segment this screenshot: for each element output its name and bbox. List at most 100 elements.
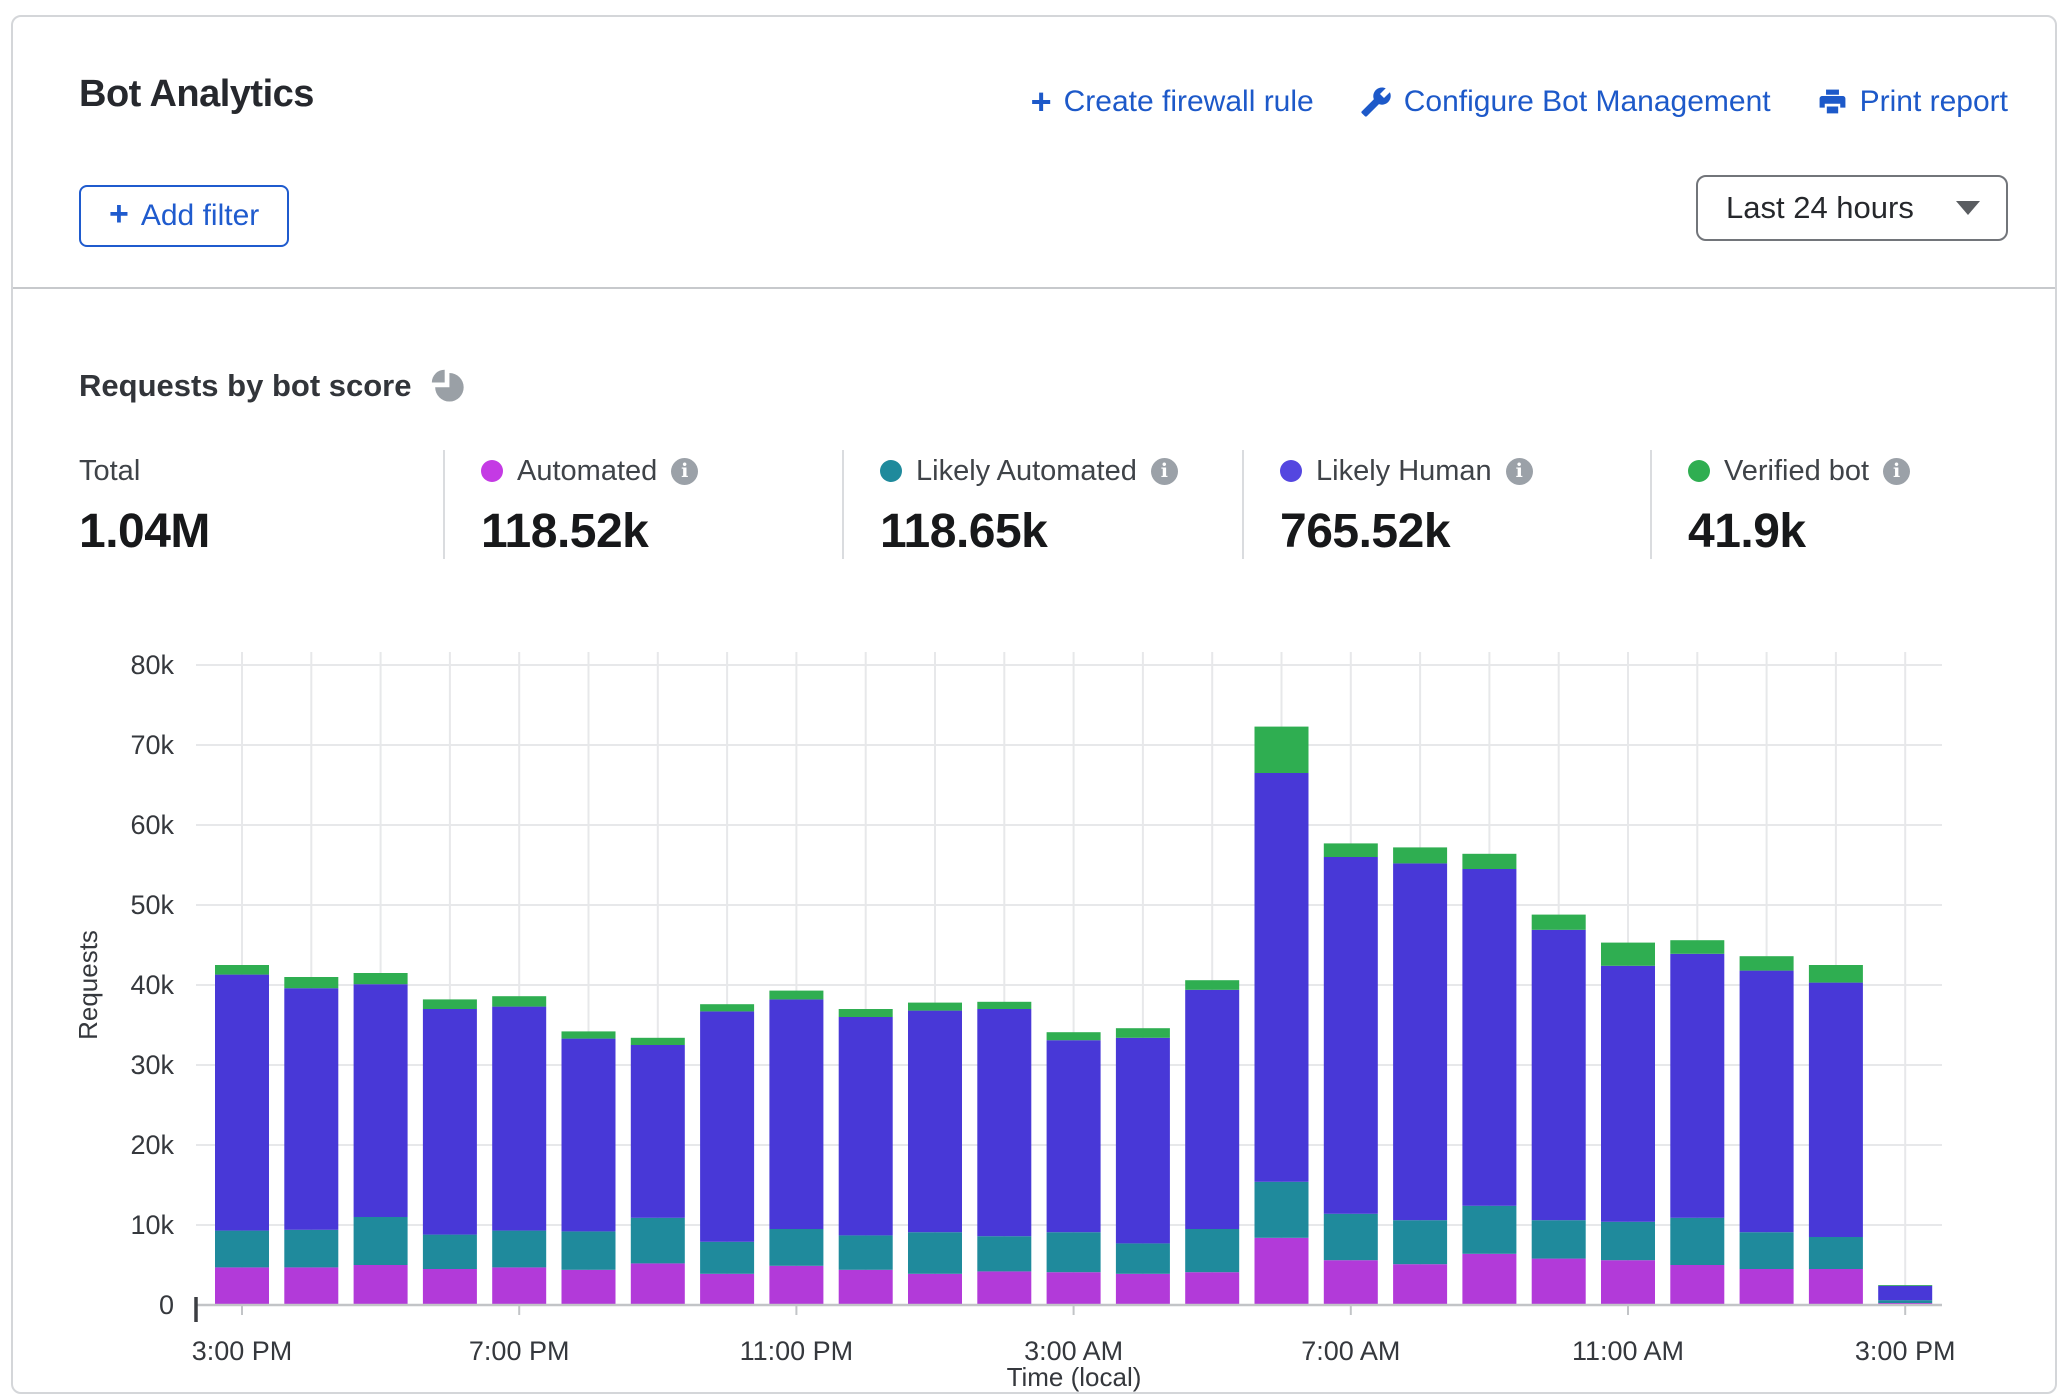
bar-segment-likely-human	[562, 1039, 616, 1232]
info-icon[interactable]: i	[1506, 458, 1533, 485]
bar-segment-likely-automated	[284, 1230, 338, 1268]
x-tick-label: 3:00 PM	[192, 1336, 293, 1366]
bar-segment-verified-bot	[1809, 965, 1863, 983]
bar-segment-verified-bot	[284, 977, 338, 988]
bar-segment-verified-bot	[215, 965, 269, 975]
header-actions: + Create firewall rule Configure Bot Man…	[1031, 85, 2008, 119]
bar-segment-likely-automated	[1116, 1243, 1170, 1273]
bar-segment-likely-automated	[908, 1232, 962, 1274]
bar-segment-likely-automated	[1324, 1214, 1378, 1260]
stat-likely-human: Likely Human i 765.52k	[1242, 450, 1650, 559]
bar-segment-verified-bot	[839, 1009, 893, 1017]
verified-bot-legend-dot	[1688, 460, 1710, 482]
bar-segment-verified-bot	[354, 973, 408, 984]
bot-analytics-page: Bot Analytics + Create firewall rule Con…	[0, 0, 2070, 1394]
bar-segment-likely-automated	[839, 1235, 893, 1269]
bar-segment-likely-human	[1116, 1038, 1170, 1244]
stat-total-label: Total	[79, 455, 140, 488]
bar-segment-verified-bot	[1047, 1032, 1101, 1040]
bar-segment-verified-bot	[1670, 940, 1724, 954]
bar-segment-likely-automated	[769, 1229, 823, 1266]
bar-segment-likely-automated	[1809, 1237, 1863, 1269]
bar-segment-verified-bot	[1185, 980, 1239, 990]
info-icon[interactable]: i	[1151, 458, 1178, 485]
bar-segment-verified-bot	[977, 1002, 1031, 1009]
stat-total-value: 1.04M	[79, 504, 443, 559]
bar-segment-likely-automated	[492, 1231, 546, 1268]
bar-segment-likely-automated	[1047, 1232, 1101, 1272]
y-tick-label: 50k	[130, 890, 174, 920]
bar-segment-likely-human	[1878, 1286, 1932, 1300]
bar-segment-likely-human	[700, 1011, 754, 1241]
x-tick-label: 11:00 AM	[1572, 1336, 1684, 1366]
bar-segment-likely-human	[1740, 971, 1794, 1233]
plus-icon: +	[109, 195, 129, 234]
bar-segment-automated	[492, 1267, 546, 1305]
bar-segment-likely-human	[839, 1017, 893, 1235]
y-tick-label: 30k	[130, 1050, 174, 1080]
bar-segment-likely-automated	[1532, 1220, 1586, 1258]
bar-segment-automated	[631, 1263, 685, 1305]
y-tick-label: 0	[159, 1290, 174, 1320]
info-icon[interactable]: i	[1883, 458, 1910, 485]
bar-segment-likely-human	[1462, 869, 1516, 1206]
section-title: Requests by bot score	[79, 368, 411, 404]
requests-by-bot-score-chart[interactable]: 010k20k30k40k50k60k70k80k3:00 PM7:00 PM1…	[13, 632, 2059, 1392]
bar-segment-likely-automated	[1393, 1220, 1447, 1264]
bar-segment-likely-automated	[1670, 1218, 1724, 1265]
stat-verified-bot: Verified bot i 41.9k	[1650, 450, 2055, 559]
bar-segment-likely-automated	[1740, 1232, 1794, 1269]
y-tick-label: 10k	[130, 1210, 174, 1240]
bar-segment-automated	[1047, 1272, 1101, 1305]
section-title-row: Requests by bot score	[79, 364, 469, 407]
bar-segment-likely-human	[1532, 930, 1586, 1220]
bar-segment-verified-bot	[492, 996, 546, 1006]
time-range-value: Last 24 hours	[1698, 190, 1956, 226]
info-icon[interactable]: i	[671, 458, 698, 485]
pie-chart-icon	[427, 364, 469, 407]
y-axis-title: Requests	[73, 930, 103, 1040]
printer-icon	[1817, 87, 1848, 118]
stat-automated-label: Automated	[517, 455, 657, 488]
bar-segment-likely-automated	[1462, 1206, 1516, 1254]
x-axis-title: Time (local)	[1007, 1362, 1142, 1392]
bar-segment-likely-automated	[1255, 1182, 1309, 1238]
bar-segment-verified-bot	[1878, 1285, 1932, 1286]
bar-segment-automated	[1670, 1265, 1724, 1305]
stat-likely-automated: Likely Automated i 118.65k	[842, 450, 1242, 559]
bar-segment-likely-human	[769, 999, 823, 1229]
y-tick-label: 60k	[130, 810, 174, 840]
create-firewall-rule-link[interactable]: + Create firewall rule	[1031, 85, 1314, 119]
bar-segment-likely-human	[908, 1011, 962, 1233]
bar-segment-likely-human	[1324, 857, 1378, 1214]
bar-segment-verified-bot	[1324, 843, 1378, 857]
page-title: Bot Analytics	[79, 73, 314, 116]
bar-segment-automated	[1393, 1264, 1447, 1305]
print-report-link[interactable]: Print report	[1817, 85, 2008, 119]
bar-segment-verified-bot	[1462, 854, 1516, 869]
bar-segment-automated	[1185, 1272, 1239, 1305]
bar-segment-automated	[839, 1270, 893, 1305]
bar-segment-automated	[1255, 1238, 1309, 1305]
time-range-dropdown[interactable]: Last 24 hours	[1696, 175, 2008, 241]
bar-segment-verified-bot	[1532, 915, 1586, 930]
bar-segment-verified-bot	[1601, 943, 1655, 966]
x-tick-label: 7:00 PM	[469, 1336, 570, 1366]
bar-segment-verified-bot	[1393, 847, 1447, 863]
bar-segment-automated	[1809, 1269, 1863, 1305]
bar-segment-automated	[354, 1265, 408, 1305]
bar-segment-verified-bot	[1255, 727, 1309, 773]
bar-segment-verified-bot	[908, 1003, 962, 1011]
add-filter-button[interactable]: + Add filter	[79, 185, 289, 247]
bar-segment-automated	[977, 1271, 1031, 1305]
bar-segment-likely-human	[1809, 983, 1863, 1237]
bar-segment-likely-human	[284, 988, 338, 1230]
stat-verified-bot-value: 41.9k	[1688, 504, 2055, 559]
bar-segment-likely-automated	[354, 1217, 408, 1265]
configure-bot-management-link[interactable]: Configure Bot Management	[1360, 85, 1771, 119]
bar-segment-automated	[562, 1270, 616, 1305]
bar-segment-likely-automated	[1185, 1229, 1239, 1272]
x-tick-label: 11:00 PM	[740, 1336, 854, 1366]
stat-likely-automated-value: 118.65k	[880, 504, 1242, 559]
bar-segment-likely-automated	[1878, 1300, 1932, 1303]
